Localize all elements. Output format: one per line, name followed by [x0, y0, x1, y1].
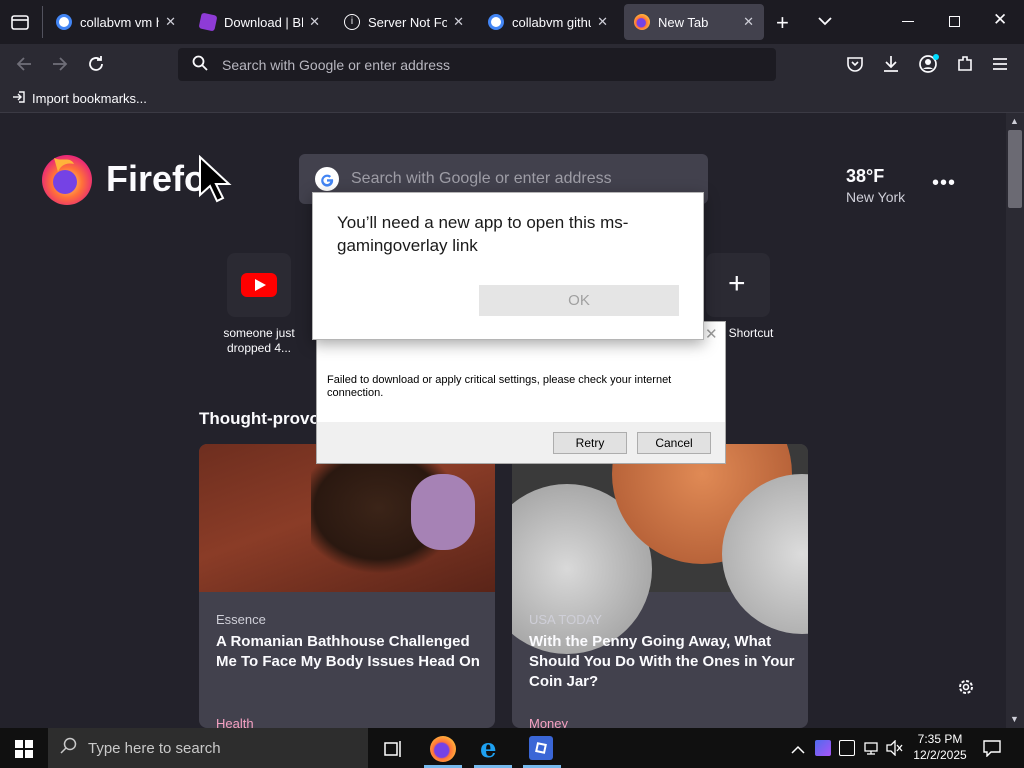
tab-server-not-found[interactable]: i Server Not Foun ✕ [334, 4, 474, 40]
firefox-logo [40, 152, 94, 211]
search-icon [60, 737, 78, 759]
scroll-up-arrow-icon[interactable]: ▲ [1010, 116, 1019, 126]
tab-new-tab[interactable]: New Tab ✕ [624, 4, 764, 40]
story-image [512, 444, 808, 654]
mouse-cursor-icon [198, 154, 232, 208]
scroll-down-arrow-icon[interactable]: ▼ [1010, 714, 1019, 724]
tab-label: Download | Blox [224, 14, 304, 30]
customize-gear-icon[interactable] [957, 678, 975, 701]
system-clock[interactable]: 7:35 PM 12/2/2025 [908, 731, 972, 763]
plus-icon: + [728, 267, 746, 300]
tab-label: New Tab [658, 14, 709, 30]
story-title: A Romanian Bathhouse Challenged Me To Fa… [216, 633, 480, 670]
dialog-close-icon[interactable]: ✕ [705, 325, 718, 343]
close-icon[interactable]: ✕ [743, 14, 754, 30]
firefox-icon [634, 14, 650, 30]
tab-divider [42, 6, 43, 38]
open-link-app-dialog: You’ll need a new app to open this ms-ga… [312, 192, 704, 340]
windows-start-icon[interactable] [15, 740, 33, 763]
tab-overview-icon[interactable] [10, 12, 30, 32]
taskbar-search-box[interactable]: Type here to search [48, 728, 368, 768]
critical-settings-error-dialog: ✕ Failed to download or apply critical s… [316, 321, 726, 464]
import-icon [12, 90, 26, 107]
shortcut-youtube-tile[interactable] [227, 253, 291, 317]
bookmarks-toolbar: Import bookmarks... [0, 86, 1024, 113]
story-card[interactable]: Essence A Romanian Bathhouse Challenged … [199, 444, 495, 728]
dialog-message: You’ll need a new app to open this ms-ga… [337, 213, 629, 255]
cancel-button[interactable]: Cancel [637, 432, 711, 454]
tab-label: collabvm github [512, 14, 591, 30]
retry-button[interactable]: Retry [553, 432, 627, 454]
close-icon[interactable]: ✕ [309, 14, 320, 30]
forward-arrow-icon[interactable] [50, 54, 70, 79]
close-icon[interactable]: ✕ [453, 14, 464, 30]
firefox-wordmark: Firefo [106, 158, 207, 199]
add-shortcut-tile[interactable]: + [706, 253, 770, 317]
google-icon [488, 14, 504, 30]
error-message: Failed to download or apply critical set… [327, 374, 672, 399]
tab-collabvm-github[interactable]: collabvm github ✕ [478, 4, 618, 40]
weather-options-icon[interactable]: ••• [932, 172, 956, 195]
story-category: Money [529, 716, 569, 728]
tab-label: Server Not Foun [368, 14, 448, 30]
new-tab-plus-icon[interactable]: + [776, 10, 789, 36]
tab-label: collabvm vm ha [80, 14, 159, 30]
taskbar-firefox-icon[interactable] [430, 736, 456, 762]
tray-app-icon[interactable] [815, 740, 831, 756]
google-icon [56, 14, 72, 30]
stories-section-title: Thought-provo [199, 409, 320, 428]
weather-temperature: 38°F [846, 166, 885, 186]
account-icon[interactable] [918, 54, 940, 79]
reload-icon[interactable] [86, 54, 106, 79]
search-icon [192, 55, 208, 74]
bloxstrap-app-icon[interactable] [529, 736, 553, 760]
bloxstrap-glyph [535, 742, 547, 754]
close-icon[interactable]: ✕ [597, 14, 608, 30]
pocket-icon[interactable] [846, 55, 864, 78]
ok-button[interactable]: OK [479, 285, 679, 316]
shortcut-youtube-label[interactable]: someone just dropped 4... [212, 326, 306, 356]
story-category: Health [216, 716, 254, 728]
internet-explorer-icon[interactable]: e [480, 736, 497, 762]
volume-muted-icon[interactable] [886, 739, 904, 761]
downloads-icon[interactable] [882, 54, 900, 79]
import-bookmarks-label: Import bookmarks... [32, 91, 147, 106]
task-view-icon[interactable] [383, 739, 403, 764]
notifications-icon[interactable] [982, 739, 1002, 762]
tray-update-icon[interactable] [839, 740, 855, 756]
add-shortcut-label[interactable]: Shortcut [726, 326, 776, 341]
youtube-icon [241, 273, 277, 302]
weather-city: New York [846, 189, 906, 205]
close-icon[interactable]: ✕ [165, 14, 176, 30]
tab-download-blox[interactable]: Download | Blox ✕ [190, 4, 330, 40]
newtab-search-placeholder: Search with Google or enter address [351, 170, 612, 187]
back-arrow-icon[interactable] [14, 54, 34, 79]
bloxstrap-icon [198, 12, 218, 32]
story-title: With the Penny Going Away, What Should Y… [529, 633, 795, 690]
import-bookmarks-item[interactable]: Import bookmarks... [12, 90, 147, 107]
clock-date: 12/2/2025 [913, 748, 967, 762]
story-source: Essence [216, 612, 266, 627]
window-close-icon[interactable]: ✕ [993, 10, 1007, 30]
maximize-icon[interactable] [949, 16, 960, 27]
story-card[interactable]: USA TODAY With the Penny Going Away, Wha… [512, 444, 808, 728]
address-bar-placeholder: Search with Google or enter address [222, 56, 451, 73]
network-icon[interactable] [863, 740, 879, 761]
clock-time: 7:35 PM [917, 732, 963, 746]
minimize-icon[interactable] [902, 21, 914, 22]
story-image [199, 444, 495, 592]
tab-collabvm-vm[interactable]: collabvm vm ha ✕ [46, 4, 186, 40]
scrollbar-thumb[interactable] [1008, 130, 1022, 208]
extensions-icon[interactable] [956, 54, 974, 79]
hamburger-menu-icon[interactable] [992, 57, 1008, 76]
info-icon: i [344, 14, 360, 30]
show-hidden-icons-chevron-icon[interactable] [791, 742, 805, 760]
fabric-shape [411, 474, 475, 550]
address-bar[interactable]: Search with Google or enter address [178, 48, 776, 81]
list-all-tabs-chevron-icon[interactable] [816, 12, 834, 35]
taskbar-search-placeholder: Type here to search [88, 739, 221, 757]
story-source: USA TODAY [529, 612, 602, 627]
